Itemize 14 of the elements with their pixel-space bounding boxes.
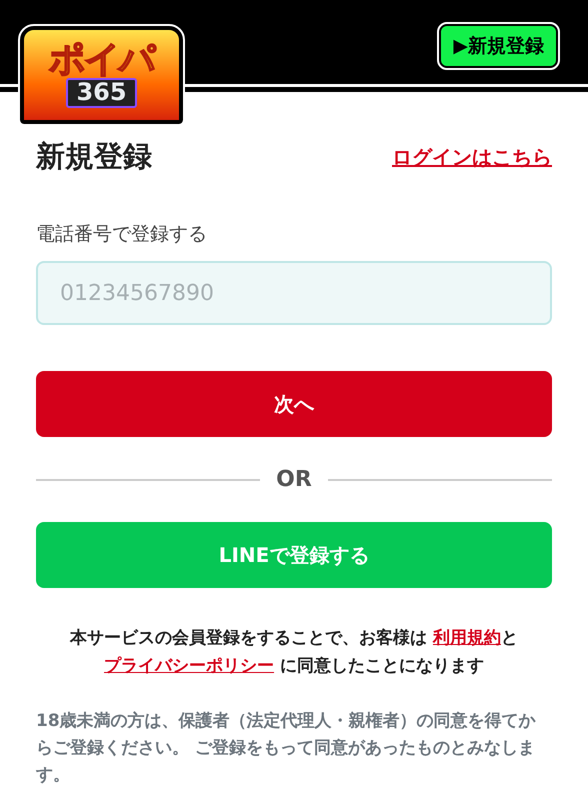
signup-button[interactable]: ▶新規登録 bbox=[439, 24, 558, 68]
agreement-text: 本サービスの会員登録をすることで、お客様は 利用規約と プライバシーポリシー に同意したことになります bbox=[68, 627, 519, 678]
logo-number: 365 bbox=[66, 78, 137, 108]
next-button[interactable]: 次へ bbox=[36, 371, 552, 437]
privacy-policy-link[interactable]: プライバシーポリシー bbox=[104, 656, 274, 676]
login-link[interactable]: ログインはこちら bbox=[392, 144, 552, 170]
page-title: 新規登録 bbox=[36, 138, 152, 175]
minor-notice: 18歳未満の方は、保護者（法定代理人・親権者）の同意を得てからご登録ください。 ご登録をもって同意があったものとみなします。 bbox=[36, 710, 537, 788]
terms-link[interactable]: 利用規約 bbox=[432, 628, 501, 648]
logo[interactable]: ポイパ 365 bbox=[20, 26, 183, 124]
logo-title: ポイパ bbox=[49, 42, 154, 78]
phone-field[interactable]: 01234567890 bbox=[36, 261, 552, 325]
or-divider-text: OR bbox=[276, 467, 312, 492]
phone-label: 電話番号で登録する bbox=[36, 222, 208, 247]
